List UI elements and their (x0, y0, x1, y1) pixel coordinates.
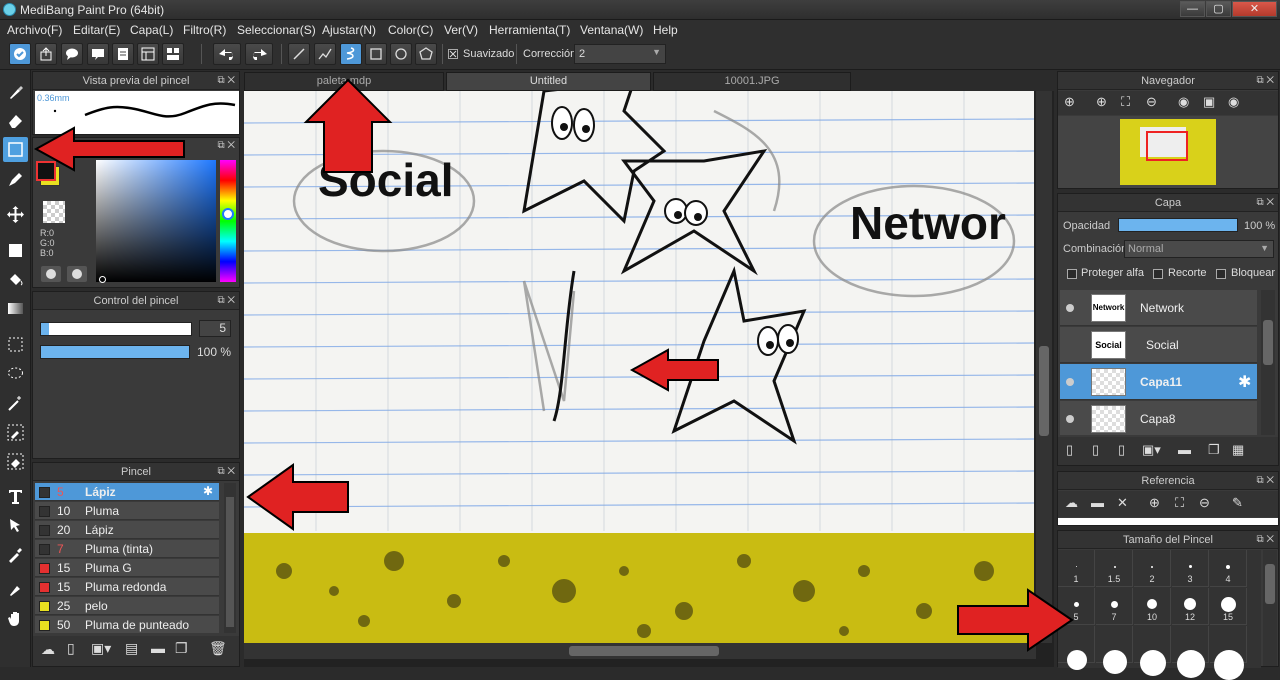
arrow-left-icon (246, 463, 349, 531)
arrow-left-icon (33, 126, 185, 172)
annotation-arrows (33, 78, 1074, 652)
arrow-right-icon (957, 588, 1074, 652)
arrow-up-icon (303, 78, 393, 173)
arrow-left-icon (629, 348, 719, 392)
